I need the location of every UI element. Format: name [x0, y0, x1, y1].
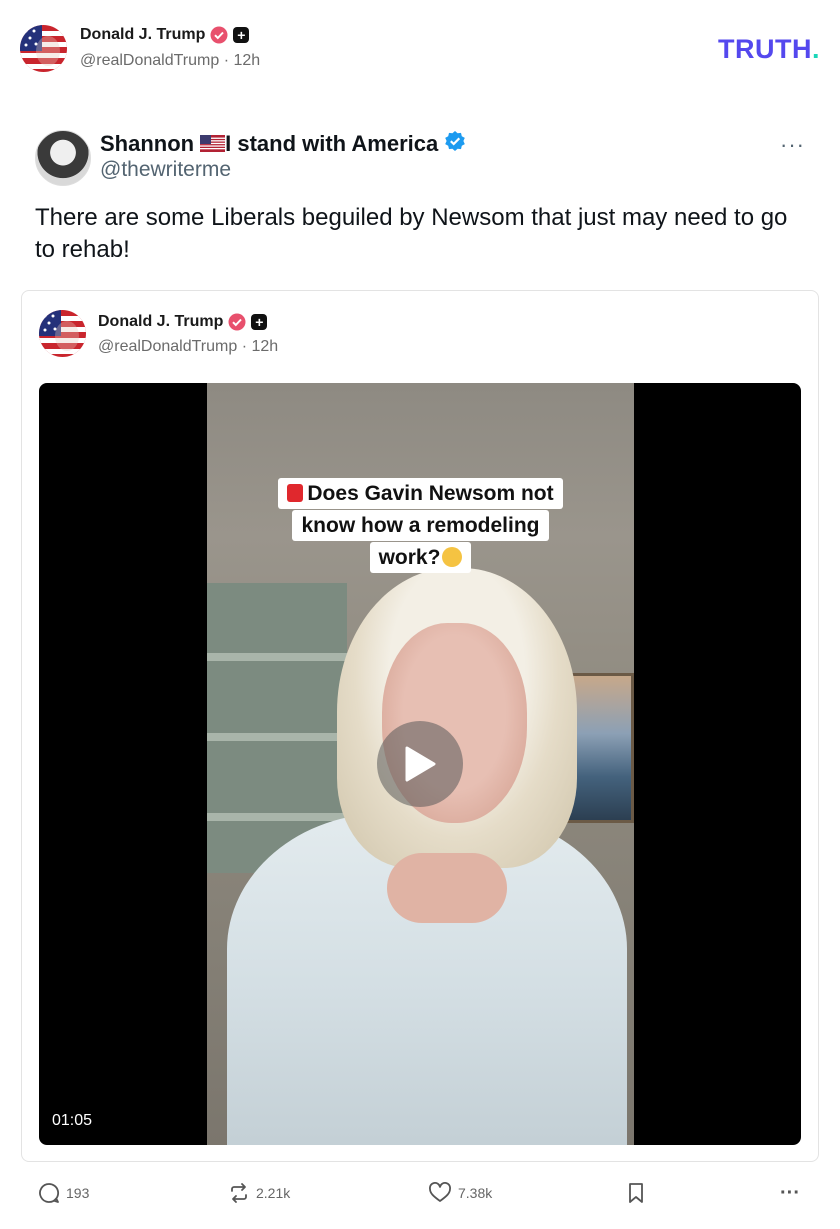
truth-logo-dot: . — [811, 34, 820, 64]
video-person-hand — [387, 853, 507, 923]
embedded-post-card[interactable]: Donald J. Trump + @realDonaldTrump · 12h… — [21, 290, 819, 1162]
shannon-name-suffix: I stand with America — [225, 130, 439, 156]
shannon-name-row: Shannon I stand with America — [100, 130, 466, 157]
post-header: Donald J. Trump + @realDonaldTrump · 12h… — [20, 22, 820, 76]
card-author-handle-row: @realDonaldTrump · 12h — [98, 338, 278, 356]
bookmark-icon — [629, 1183, 643, 1203]
author-name-row: Donald J. Trump + — [80, 26, 250, 44]
video-duration: 01:05 — [52, 1112, 93, 1129]
card-author-avatar[interactable] — [39, 310, 86, 357]
play-icon — [405, 746, 436, 782]
author-name[interactable]: Donald J. Trump — [80, 26, 205, 44]
author-handle-row: @realDonaldTrump · 12h — [80, 52, 260, 70]
retruth-button[interactable]: 2.21k — [228, 1182, 290, 1204]
retruth-count: 2.21k — [256, 1185, 291, 1201]
reply-count: 193 — [66, 1185, 90, 1201]
shannon-avatar[interactable] — [35, 130, 91, 186]
truth-logo-text: TRUTH — [718, 34, 812, 64]
card-author-name[interactable]: Donald J. Trump — [98, 313, 223, 331]
comment-icon — [39, 1183, 60, 1203]
post-text: There are some Liberals beguiled by News… — [35, 204, 788, 263]
post-more-icon[interactable]: ··· — [780, 132, 805, 158]
caption-line-3: work? — [369, 542, 472, 573]
plus-badge-icon: + — [251, 314, 268, 330]
shannon-name[interactable]: Shannon — [100, 131, 194, 157]
action-bar: 193 2.21k 7.38k ··· — [38, 1182, 808, 1212]
laughing-emoji-icon — [442, 547, 463, 567]
like-button[interactable]: 7.38k — [428, 1182, 492, 1204]
verified-badge-icon — [228, 313, 246, 331]
post-time: · 12h — [223, 52, 261, 69]
caption-line-1-text: Does Gavin Newsom not — [307, 482, 554, 505]
author-handle[interactable]: @realDonaldTrump — [80, 52, 219, 69]
us-flag-icon — [200, 135, 226, 152]
truth-logo: TRUTH. — [718, 34, 820, 65]
video-caption: Does Gavin Newsom not know how a remodel… — [207, 478, 634, 574]
caption-line-3-text: work? — [378, 546, 441, 569]
author-avatar[interactable] — [20, 25, 67, 72]
verified-badge-icon — [210, 26, 228, 44]
reply-button[interactable]: 193 — [38, 1182, 89, 1204]
repost-icon — [231, 1183, 247, 1203]
video-player[interactable]: Does Gavin Newsom not know how a remodel… — [39, 383, 801, 1145]
shannon-handle[interactable]: @thewriterme — [100, 158, 231, 182]
plus-badge-icon: + — [233, 27, 250, 43]
play-button[interactable] — [377, 721, 463, 807]
card-post-time: · 12h — [241, 338, 279, 355]
verified-check-icon — [444, 130, 466, 157]
caption-line-1: Does Gavin Newsom not — [278, 478, 563, 509]
card-author-name-row: Donald J. Trump + — [98, 313, 268, 331]
bookmark-button[interactable] — [626, 1182, 646, 1204]
like-count: 7.38k — [458, 1185, 493, 1201]
heart-icon — [429, 1182, 451, 1202]
caption-line-2: know how a remodeling — [292, 510, 549, 541]
more-options-icon[interactable]: ··· — [780, 1182, 800, 1205]
card-author-handle[interactable]: @realDonaldTrump — [98, 338, 237, 355]
siren-icon — [287, 484, 304, 502]
